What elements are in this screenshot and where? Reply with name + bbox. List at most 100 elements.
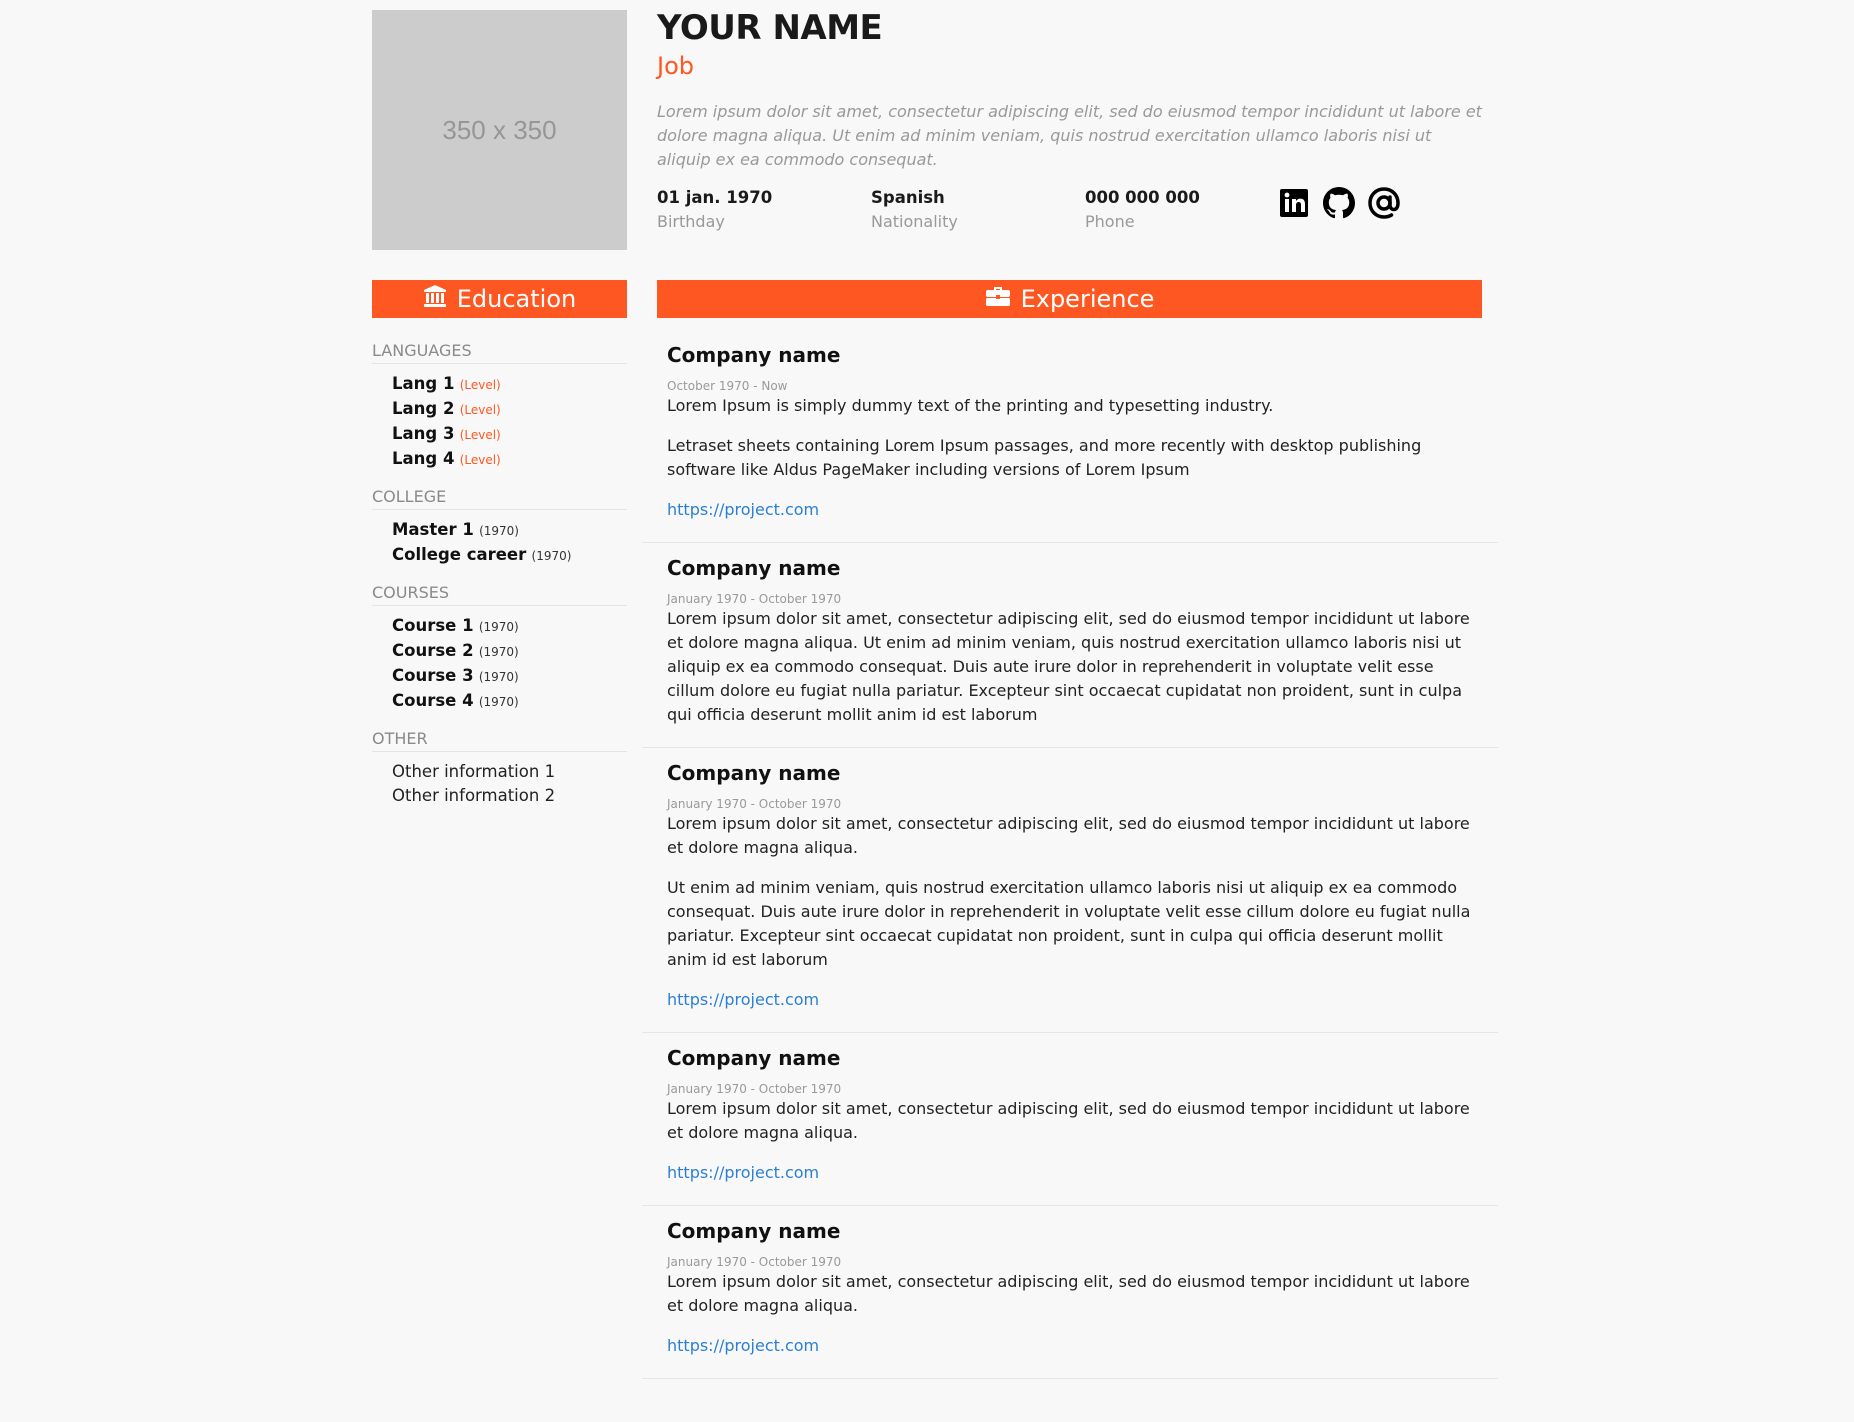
- experience-heading: Experience: [657, 280, 1482, 318]
- description-paragraph: Ut enim ad minim veniam, quis nostrud ex…: [667, 878, 1471, 969]
- linkedin-icon[interactable]: [1277, 186, 1311, 220]
- experience-title: Experience: [1020, 285, 1155, 313]
- email-at-icon[interactable]: [1367, 186, 1401, 220]
- list-item: Master 1 (1970): [372, 518, 627, 543]
- item-year: (1970): [479, 524, 519, 538]
- fact-value: 000 000 000: [1085, 188, 1200, 207]
- employment-dates: January 1970 - October 1970: [667, 797, 842, 811]
- description-paragraph: Lorem ipsum dolor sit amet, consectetur …: [667, 1099, 1470, 1142]
- group-heading: COLLEGE: [372, 486, 627, 510]
- resume-page: 350 x 350 YOUR NAME Job Lorem ipsum dolo…: [372, 0, 1498, 1422]
- item-name: Course 3: [392, 666, 474, 685]
- experience-item: Company name January 1970 - October 1970…: [642, 1206, 1498, 1379]
- company-name: Company name: [667, 343, 841, 367]
- fact-label: Nationality: [871, 212, 958, 231]
- fact-label: Birthday: [657, 212, 725, 231]
- company-name: Company name: [667, 1219, 841, 1243]
- profile-summary: Lorem ipsum dolor sit amet, consectetur …: [657, 102, 1482, 169]
- group-heading: LANGUAGES: [372, 340, 627, 364]
- job-description: Lorem ipsum dolor sit amet, consectetur …: [667, 1270, 1473, 1318]
- item-name: Course 1: [392, 616, 474, 635]
- item-level: (Level): [459, 378, 501, 392]
- employment-dates: October 1970 - Now: [667, 379, 788, 393]
- list-item: Course 1 (1970): [372, 614, 627, 639]
- item-year: (1970): [478, 670, 519, 684]
- item-year: (1970): [478, 645, 519, 659]
- list-item: Other information 1: [392, 762, 556, 781]
- fact-phone: 000 000 000 Phone: [1085, 186, 1200, 234]
- job-description: Lorem ipsum dolor sit amet, consectetur …: [667, 1097, 1473, 1145]
- personal-facts: 01 jan. 1970 Birthday Spanish Nationalit…: [657, 186, 1487, 246]
- other-group: OTHER Other information 1 Other informat…: [372, 728, 627, 808]
- briefcase-icon: [985, 284, 1011, 314]
- item-name: Course 4: [392, 691, 474, 710]
- group-heading: COURSES: [372, 582, 627, 606]
- item-name: Lang 1: [392, 374, 455, 393]
- experience-column: Company name October 1970 - Now Lorem Ip…: [642, 330, 1498, 1379]
- item-year: (1970): [478, 695, 519, 709]
- fact-value: 01 jan. 1970: [657, 188, 773, 207]
- experience-item: Company name October 1970 - Now Lorem Ip…: [642, 330, 1498, 543]
- college-group: COLLEGE Master 1 (1970) College career (…: [372, 486, 627, 568]
- item-name: College career: [392, 545, 527, 564]
- person-name: YOUR NAME: [657, 8, 883, 48]
- list-item: College career (1970): [372, 543, 627, 568]
- job-description: Lorem ipsum dolor sit amet, consectetur …: [667, 812, 1473, 972]
- project-link[interactable]: https://project.com: [667, 1334, 1473, 1358]
- fact-value: Spanish: [871, 188, 945, 207]
- list-item: Other information 2: [392, 786, 556, 805]
- fact-birthday: 01 jan. 1970 Birthday: [657, 186, 772, 234]
- courses-group: COURSES Course 1 (1970) Course 2 (1970) …: [372, 582, 627, 714]
- social-links: [1277, 186, 1401, 220]
- education-title: Education: [456, 285, 577, 313]
- item-name: Lang 4: [392, 449, 455, 468]
- photo-placeholder-text: 350 x 350: [442, 114, 557, 145]
- item-level: (Level): [459, 428, 501, 442]
- item-name: Lang 3: [392, 424, 455, 443]
- description-paragraph: Lorem ipsum dolor sit amet, consectetur …: [667, 814, 1470, 857]
- group-heading: OTHER: [372, 728, 627, 752]
- languages-group: LANGUAGES Lang 1 (Level) Lang 2 (Level) …: [372, 340, 627, 472]
- list-item: Lang 2 (Level): [372, 397, 627, 422]
- item-level: (Level): [459, 403, 501, 417]
- description-paragraph: Letraset sheets containing Lorem Ipsum p…: [667, 436, 1422, 479]
- project-link[interactable]: https://project.com: [667, 988, 1473, 1012]
- profile-photo-placeholder: 350 x 350: [372, 10, 627, 250]
- company-name: Company name: [667, 1046, 841, 1070]
- fact-nationality: Spanish Nationality: [871, 186, 958, 234]
- item-name: Course 2: [392, 641, 474, 660]
- item-name: Master 1: [392, 520, 474, 539]
- employment-dates: January 1970 - October 1970: [667, 592, 842, 606]
- list-item: Course 3 (1970): [372, 664, 627, 689]
- list-item: Course 4 (1970): [372, 689, 627, 714]
- job-title: Job: [657, 52, 694, 80]
- job-description: Lorem Ipsum is simply dummy text of the …: [667, 394, 1473, 482]
- education-heading: Education: [372, 280, 627, 318]
- bank-icon: [423, 284, 447, 314]
- employment-dates: January 1970 - October 1970: [667, 1082, 842, 1096]
- profile-header: YOUR NAME Job Lorem ipsum dolor sit amet…: [657, 8, 1487, 246]
- job-description: Lorem ipsum dolor sit amet, consectetur …: [667, 607, 1473, 727]
- project-link[interactable]: https://project.com: [667, 1161, 1473, 1185]
- list-item: Course 2 (1970): [372, 639, 627, 664]
- employment-dates: January 1970 - October 1970: [667, 1255, 842, 1269]
- item-year: (1970): [531, 549, 572, 563]
- experience-item: Company name January 1970 - October 1970…: [642, 1033, 1498, 1206]
- company-name: Company name: [667, 556, 841, 580]
- list-item: Lang 4 (Level): [372, 447, 627, 472]
- list-item: Lang 3 (Level): [372, 422, 627, 447]
- company-name: Company name: [667, 761, 841, 785]
- item-level: (Level): [459, 453, 501, 467]
- fact-label: Phone: [1085, 212, 1135, 231]
- github-icon[interactable]: [1322, 186, 1356, 220]
- education-column: LANGUAGES Lang 1 (Level) Lang 2 (Level) …: [372, 340, 627, 822]
- project-link[interactable]: https://project.com: [667, 498, 1473, 522]
- description-paragraph: Lorem Ipsum is simply dummy text of the …: [667, 396, 1274, 415]
- item-name: Lang 2: [392, 399, 455, 418]
- experience-item: Company name January 1970 - October 1970…: [642, 748, 1498, 1033]
- description-paragraph: Lorem ipsum dolor sit amet, consectetur …: [667, 609, 1470, 724]
- description-paragraph: Lorem ipsum dolor sit amet, consectetur …: [667, 1272, 1470, 1315]
- item-year: (1970): [478, 620, 519, 634]
- list-item: Lang 1 (Level): [372, 372, 627, 397]
- experience-item: Company name January 1970 - October 1970…: [642, 543, 1498, 748]
